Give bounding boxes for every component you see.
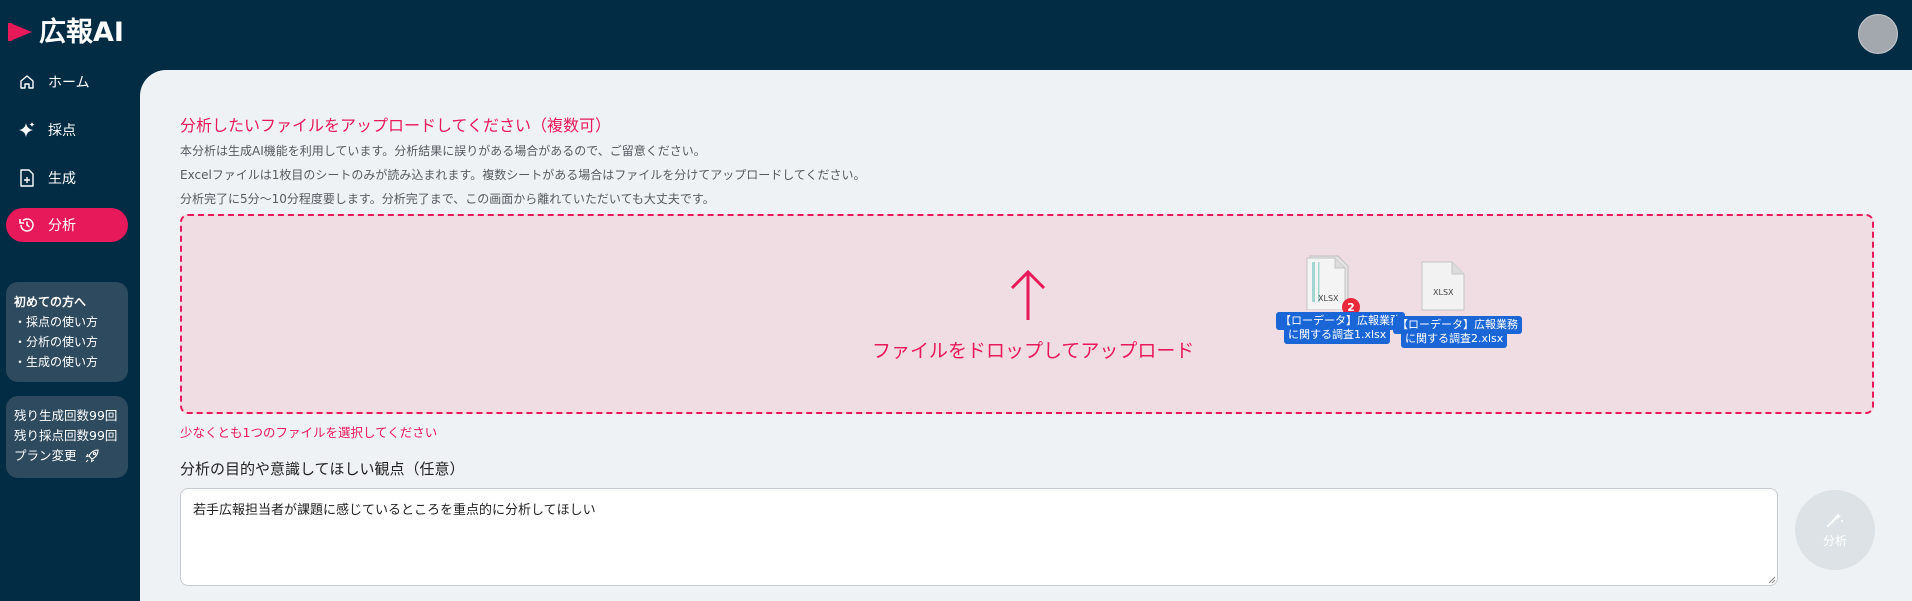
dropzone-text: ファイルをドロップしてアップロード xyxy=(872,340,1195,362)
plan-box: 残り生成回数99回 残り採点回数99回 プラン変更 xyxy=(6,396,128,478)
resize-grip-icon[interactable] xyxy=(1768,576,1776,584)
brand-logo[interactable]: 広報AI xyxy=(8,14,124,50)
sparkle-icon xyxy=(18,121,36,139)
plan-change-label: プラン変更 xyxy=(14,448,77,463)
sidebar-item-label: ホーム xyxy=(48,75,90,91)
sidebar-item-score[interactable]: 採点 xyxy=(6,113,128,147)
sidebar-item-label: 生成 xyxy=(48,171,76,187)
help-box: 初めての方へ ・採点の使い方 ・分析の使い方 ・生成の使い方 xyxy=(6,282,128,382)
main-panel: 分析したいファイルをアップロードしてください（複数可） 本分析は生成AI機能を利… xyxy=(140,70,1912,601)
purpose-label: 分析の目的や意識してほしい観点（任意） xyxy=(180,460,465,478)
user-avatar[interactable] xyxy=(1858,14,1898,54)
notice-text: 分析完了に5分〜10分程度要します。分析完了まで、この画面から離れていただいても… xyxy=(180,192,715,206)
sidebar-item-label: 採点 xyxy=(48,123,76,139)
arrow-up-icon xyxy=(1010,269,1046,320)
help-title: 初めての方へ xyxy=(14,295,87,309)
megaphone-logo-icon xyxy=(8,23,32,41)
file-name-label: に関する調査1.xlsx xyxy=(1284,326,1391,344)
brand-name: 広報AI xyxy=(39,16,124,48)
magic-wand-icon xyxy=(1827,512,1843,527)
remaining-score-count: 残り採点回数99回 xyxy=(14,428,118,443)
home-icon xyxy=(18,73,36,91)
file-name-line: に関する調査1.xlsx xyxy=(1288,328,1387,341)
file-extension: XLSX xyxy=(1433,288,1454,297)
sidebar-item-home[interactable]: ホーム xyxy=(6,65,128,99)
file-name-label: に関する調査2.xlsx xyxy=(1401,330,1508,348)
validation-error: 少なくとも1つのファイルを選択してください xyxy=(180,425,438,440)
help-link-analysis[interactable]: ・分析の使い方 xyxy=(14,332,120,352)
rocket-icon xyxy=(85,449,99,463)
sidebar-item-generate[interactable]: 生成 xyxy=(6,161,128,195)
xlsx-file-icon xyxy=(1421,261,1465,311)
file-name-line: に関する調査2.xlsx xyxy=(1405,332,1504,345)
purpose-textarea[interactable]: 若手広報担当者が課題に感じているところを重点的に分析してほしい xyxy=(180,488,1778,586)
sidebar-item-label: 分析 xyxy=(48,218,76,234)
document-plus-icon xyxy=(18,169,36,187)
analyze-button-label: 分析 xyxy=(1822,533,1847,548)
analyze-button[interactable]: 分析 xyxy=(1795,490,1875,570)
file-extension: XLSX xyxy=(1318,294,1339,303)
remaining-generate-count: 残り生成回数99回 xyxy=(14,408,118,423)
notice-text: Excelファイルは1枚目のシートのみが読み込まれます。複数シートがある場合はフ… xyxy=(180,168,866,182)
help-link-scoring[interactable]: ・採点の使い方 xyxy=(14,312,120,332)
page-title: 分析したいファイルをアップロードしてください（複数可） xyxy=(180,116,612,135)
plan-change-link[interactable]: プラン変更 xyxy=(14,446,120,466)
notice-text: 本分析は生成AI機能を利用しています。分析結果に誤りがある場合があるので、ご留意… xyxy=(180,144,706,158)
sidebar-item-analysis[interactable]: 分析 xyxy=(6,208,128,242)
help-link-generation[interactable]: ・生成の使い方 xyxy=(14,352,120,372)
history-icon xyxy=(18,216,36,234)
file-dropzone[interactable]: ファイルをドロップしてアップロード XLSX 2 【ローデータ】広報業務 に関す… xyxy=(180,214,1874,414)
